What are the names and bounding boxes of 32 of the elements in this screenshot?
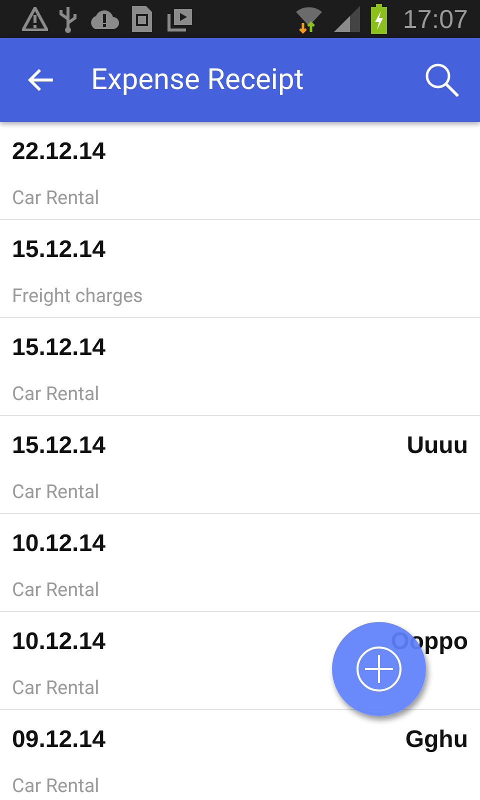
search-icon (424, 62, 460, 98)
media-icon (166, 6, 194, 32)
receipt-category: Car Rental (12, 186, 100, 211)
usb-icon (58, 5, 78, 33)
receipt-category: Car Rental (12, 774, 100, 799)
receipt-date: 10.12.14 (12, 628, 106, 657)
receipt-row[interactable]: 10.12.14 Car Rental (0, 514, 480, 611)
screen-title: Expense Receipt (91, 63, 305, 97)
receipt-row[interactable]: 09.12.14 Gghu Car Rental (0, 710, 480, 800)
receipt-date: 22.12.14 (12, 138, 106, 167)
status-time: 17:07 (402, 4, 468, 34)
wifi-icon (294, 4, 323, 34)
receipt-row[interactable]: 15.12.14 Freight charges (0, 220, 480, 317)
receipt-category: Car Rental (12, 382, 100, 407)
receipt-note: Uuuu (406, 432, 468, 461)
receipt-category: Car Rental (12, 480, 100, 505)
receipt-category: Car Rental (12, 676, 100, 701)
signal-icon (332, 5, 361, 33)
receipt-date: 15.12.14 (12, 236, 106, 265)
warning-icon (22, 7, 48, 31)
battery-charging-icon (370, 4, 387, 34)
receipt-category: Car Rental (12, 578, 100, 603)
receipt-date: 15.12.14 (12, 334, 106, 363)
receipt-category: Freight charges (12, 284, 143, 309)
receipt-date: 15.12.14 (12, 432, 106, 461)
receipt-row[interactable]: 15.12.14 Uuuu Car Rental (0, 416, 480, 513)
receipt-row[interactable]: 22.12.14 Car Rental (0, 122, 480, 219)
back-arrow-icon (28, 68, 54, 92)
receipt-note: Gghu (405, 726, 468, 755)
receipt-row[interactable]: 15.12.14 Car Rental (0, 318, 480, 415)
receipt-date: 09.12.14 (12, 726, 106, 755)
receipt-date: 10.12.14 (12, 530, 106, 559)
